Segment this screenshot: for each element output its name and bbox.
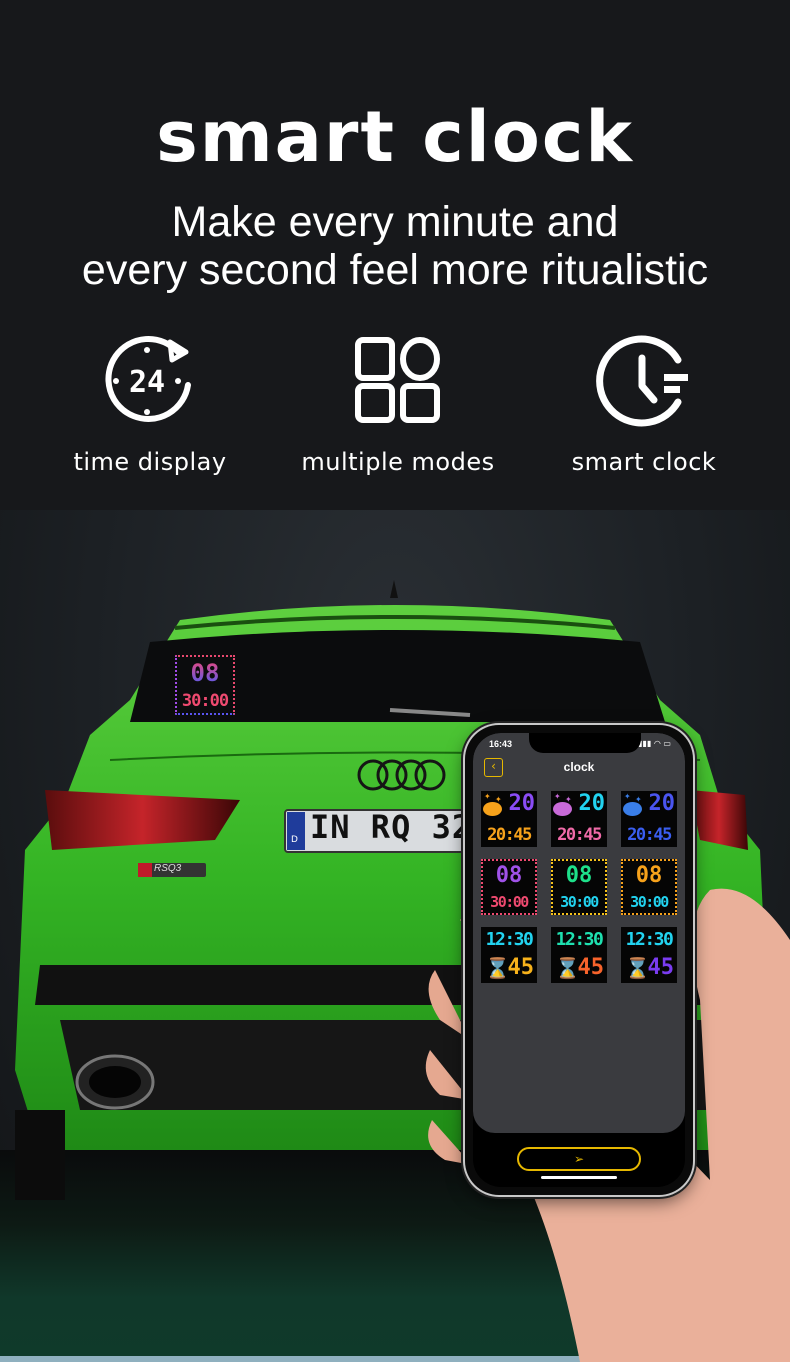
sparkle-icon: ✦: [624, 792, 631, 801]
clock-bottom-value: 30:00: [490, 893, 529, 911]
clock-top-value: 08: [635, 863, 663, 888]
clock-bottom-value: 45: [507, 955, 535, 980]
feature-multiple-modes: multiple modes: [278, 330, 518, 476]
license-plate-text: IN RQ 32: [310, 808, 473, 846]
hourglass-icon: ⌛: [555, 956, 580, 980]
clock-top-value: 20: [508, 791, 536, 816]
clock-24h-icon: 24: [105, 336, 191, 422]
plate-country: D: [291, 835, 298, 845]
feature-label: multiple modes: [301, 448, 495, 476]
clock-style-tile[interactable]: 08 30:00: [551, 859, 607, 915]
sparkle-icon: ✦: [554, 792, 561, 801]
clock-top-value: 12:30: [555, 929, 604, 950]
status-time: 16:43: [489, 739, 513, 749]
led-time: 30:00: [181, 691, 229, 711]
app-panel: 16:43 ▮▮▮ ◠ ▭ ‹ clock ✦ ✦ 20 20:45 ✦ ✦ 20 20:45…: [473, 733, 685, 1133]
phone-screen: 16:43 ▮▮▮ ◠ ▭ ‹ clock ✦ ✦ 20 20:45 ✦ ✦ 20 20:45…: [473, 733, 685, 1187]
feature-label: time display: [73, 448, 227, 476]
sparkle-icon: ✦: [635, 795, 642, 804]
page-title: smart clock: [156, 96, 634, 178]
send-button[interactable]: ➢: [517, 1147, 641, 1171]
planet-icon: [484, 803, 501, 815]
clock-style-tile[interactable]: 12:30 ⌛ 45: [551, 927, 607, 983]
clock-bottom-value: 45: [647, 955, 675, 980]
clock-style-tile[interactable]: 12:30 ⌛ 45: [481, 927, 537, 983]
clock-top-value: 20: [578, 791, 606, 816]
feature-label: smart clock: [571, 448, 717, 476]
clock-top-value: 12:30: [625, 929, 674, 950]
home-indicator: [541, 1176, 617, 1179]
planet-icon: [554, 803, 571, 815]
svg-text:24: 24: [129, 365, 165, 400]
clock-style-tile[interactable]: ✦ ✦ 20 20:45: [621, 791, 677, 847]
sparkle-icon: ✦: [484, 792, 491, 801]
feature-smart-clock: smart clock: [524, 330, 764, 476]
clock-style-tile[interactable]: 12:30 ⌛ 45: [621, 927, 677, 983]
clock-bottom-value: 30:00: [630, 893, 669, 911]
sparkle-icon: ✦: [495, 795, 502, 804]
clock-top-value: 12:30: [485, 929, 534, 950]
led-hour: 08: [177, 659, 233, 687]
smartphone: 16:43 ▮▮▮ ◠ ▭ ‹ clock ✦ ✦ 20 20:45 ✦ ✦ 20 20:45…: [465, 725, 693, 1195]
status-icons: ▮▮▮ ◠ ▭: [638, 739, 671, 748]
model-badge: RSQ3: [154, 863, 182, 874]
clock-top-value: 08: [565, 863, 593, 888]
clock-bottom-value: 20:45: [487, 825, 532, 845]
hourglass-icon: ⌛: [625, 956, 650, 980]
clock-bottom-value: 45: [577, 955, 605, 980]
hero-section: smart clock Make every minute and every …: [0, 0, 790, 510]
clock-style-tile[interactable]: 08 30:00: [481, 859, 537, 915]
clock-style-tile[interactable]: ✦ ✦ 20 20:45: [481, 791, 537, 847]
phone-notch: [529, 733, 641, 753]
sparkle-icon: ✦: [565, 795, 572, 804]
smart-clock-icon: [596, 335, 688, 427]
window-led-display: 08 30:00: [175, 655, 235, 715]
subtitle-line-1: Make every minute and: [171, 198, 619, 246]
paper-plane-icon: ➢: [573, 1152, 585, 1166]
feature-time-display: 24 time display: [30, 330, 270, 476]
clock-style-tile[interactable]: ✦ ✦ 20 20:45: [551, 791, 607, 847]
subtitle-line-2: every second feel more ritualistic: [81, 246, 709, 294]
clock-style-tile[interactable]: 08 30:00: [621, 859, 677, 915]
clock-bottom-value: 20:45: [627, 825, 672, 845]
screen-title: clock: [563, 760, 595, 774]
clock-style-grid: ✦ ✦ 20 20:45 ✦ ✦ 20 20:45 ✦ ✦ 20 20:45 08 30:00 08 30:0…: [481, 791, 677, 983]
clock-bottom-value: 20:45: [557, 825, 602, 845]
hourglass-icon: ⌛: [485, 956, 510, 980]
clock-top-value: 20: [648, 791, 676, 816]
grid-modes-icon: [355, 337, 440, 423]
planet-icon: [624, 803, 641, 815]
clock-top-value: 08: [495, 863, 523, 888]
clock-bottom-value: 30:00: [560, 893, 599, 911]
